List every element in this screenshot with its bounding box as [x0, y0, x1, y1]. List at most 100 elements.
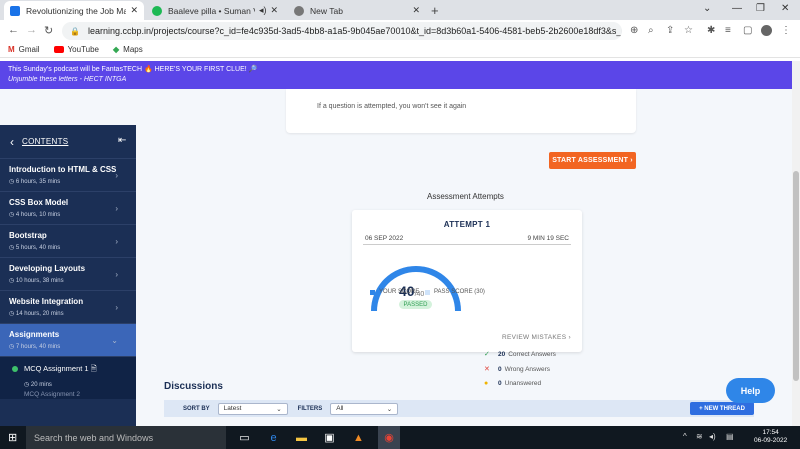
- sidebar-item-label: Introduction to HTML & CSS: [9, 165, 117, 174]
- start-assessment-button[interactable]: START ASSESSMENT ›: [549, 152, 636, 169]
- browser-tab-bar: Revolutionizing the Job Market | ✕ Baale…: [0, 0, 800, 20]
- chevron-down-icon: ⌄: [386, 405, 393, 413]
- chevron-right-icon: ›: [115, 303, 118, 312]
- completed-dot-icon: [12, 366, 18, 373]
- close-icon[interactable]: ✕: [412, 5, 420, 16]
- sidebar-item-box-model[interactable]: CSS Box Model ◷ 4 hours, 10 mins ›: [0, 192, 136, 225]
- extensions-icon[interactable]: ✱: [707, 25, 715, 36]
- chevron-right-icon: ›: [115, 171, 118, 180]
- tab-new-tab[interactable]: New Tab ✕: [288, 1, 426, 20]
- lock-icon: 🔒: [70, 26, 80, 36]
- divider: [363, 244, 571, 245]
- zoom-icon[interactable]: ⌕: [648, 25, 654, 36]
- podcast-banner[interactable]: This Sunday's podcast will be FantasTECH…: [0, 61, 792, 89]
- tab-spotify[interactable]: Baaleve pilla • Suman Vankar ◂) ✕: [146, 1, 284, 20]
- bookmark-youtube[interactable]: YouTube: [53, 45, 99, 54]
- subitem-label: MCQ Assignment 1 🗎: [12, 363, 124, 376]
- tab-job-market[interactable]: Revolutionizing the Job Market | ✕: [4, 1, 144, 20]
- scroll-thumb[interactable]: [793, 171, 799, 381]
- discussion-filter-bar: SORT BY Latest ⌄ FILTERS All ⌄ + NEW THREA…: [164, 400, 754, 417]
- sidebar-item-integration[interactable]: Website Integration ◷ 14 hours, 20 mins …: [0, 291, 136, 324]
- attempts-title: Assessment Attempts: [427, 192, 504, 201]
- maximize-icon[interactable]: ❐: [756, 3, 765, 14]
- collapse-sidebar-icon[interactable]: ⇤: [118, 135, 126, 146]
- sidepanel-icon[interactable]: ▢: [743, 25, 752, 36]
- subitem-duration: ◷ 20 mins: [24, 382, 52, 388]
- sidebar-title[interactable]: CONTENTS: [22, 137, 68, 146]
- gmail-icon: M: [8, 45, 15, 54]
- stat-wrong: ✕ 0 Wrong Answers: [484, 365, 551, 374]
- chevron-right-icon: ›: [115, 204, 118, 213]
- youtube-icon: [53, 46, 64, 53]
- clock-time: 17:54: [762, 429, 779, 436]
- url-text: learning.ccbp.in/projects/course?c_id=fe…: [87, 26, 622, 36]
- page-scrollbar[interactable]: [792, 61, 800, 426]
- windows-start-icon[interactable]: ⊞: [8, 431, 17, 444]
- share-icon[interactable]: ⇪: [666, 25, 674, 36]
- sidebar-item-duration: ◷ 14 hours, 20 mins: [9, 311, 64, 317]
- review-mistakes-link[interactable]: REVIEW MISTAKES ›: [502, 334, 571, 341]
- vlc-icon[interactable]: ▲: [351, 430, 366, 445]
- volume-icon[interactable]: ◂): [709, 432, 716, 441]
- close-icon[interactable]: ✕: [130, 5, 138, 16]
- filter-label: FILTERS: [297, 405, 323, 412]
- legend-pass-score: PASS SCORE (30): [425, 289, 485, 295]
- wifi-icon[interactable]: ≋: [696, 432, 703, 441]
- sidebar-item-label: Bootstrap: [9, 231, 47, 240]
- media-icon[interactable]: ≡: [725, 25, 731, 36]
- sidebar-item-bootstrap[interactable]: Bootstrap ◷ 5 hours, 40 mins ›: [0, 225, 136, 258]
- chrome-icon[interactable]: ◉: [378, 426, 400, 449]
- sort-select[interactable]: Latest ⌄: [217, 402, 288, 415]
- menu-icon[interactable]: ⋮: [781, 25, 791, 36]
- chevron-left-icon[interactable]: ‹: [10, 135, 14, 149]
- sidebar-item-label: CSS Box Model: [9, 198, 69, 207]
- taskbar-search[interactable]: Search the web and Windows: [26, 426, 226, 449]
- dot-icon: ●: [484, 380, 489, 387]
- window-close-icon[interactable]: ✕: [781, 3, 789, 14]
- sidebar-item-assignments[interactable]: Assignments ◷ 7 hours, 40 mins ⌄: [0, 324, 136, 357]
- profile-avatar[interactable]: [761, 25, 772, 36]
- address-bar[interactable]: 🔒 learning.ccbp.in/projects/course?c_id=…: [62, 22, 622, 40]
- sidebar-header: ‹ CONTENTS ⇤: [0, 125, 136, 159]
- filter-select[interactable]: All ⌄: [330, 402, 399, 415]
- notification-icon[interactable]: ▤: [726, 432, 734, 441]
- windows-taskbar: ⊞ Search the web and Windows ▭ e ▬ ▣ ▲ ◉…: [0, 426, 800, 449]
- sidebar-item-html-css[interactable]: Introduction to HTML & CSS ◷ 6 hours, 35…: [0, 159, 136, 192]
- new-thread-button[interactable]: + NEW THREAD: [690, 402, 754, 415]
- plus-icon: +: [699, 405, 703, 412]
- tray-chevron-icon[interactable]: ^: [683, 432, 687, 441]
- bookmark-star-icon[interactable]: ☆: [684, 25, 693, 36]
- install-icon[interactable]: ⊕: [630, 25, 638, 36]
- chevron-right-icon: ›: [115, 270, 118, 279]
- chevron-down-icon: ⌄: [276, 405, 282, 413]
- discussions-title: Discussions: [164, 381, 223, 392]
- bookmarks-bar: M Gmail YouTube ◆ Maps: [0, 42, 800, 58]
- legend-swatch: [370, 289, 375, 295]
- close-icon[interactable]: ✕: [270, 5, 278, 16]
- sidebar-subitem-mcq-2[interactable]: MCQ Assignment 2: [0, 389, 136, 399]
- chrome-favicon-icon: [294, 5, 304, 16]
- help-button[interactable]: Help: [726, 378, 775, 403]
- tab-title: Revolutionizing the Job Market |: [26, 5, 127, 16]
- sidebar-item-layouts[interactable]: Developing Layouts ◷ 10 hours, 38 mins ›: [0, 258, 136, 291]
- minimize-icon[interactable]: —: [732, 3, 742, 14]
- reload-icon[interactable]: ↻: [44, 24, 53, 37]
- tab-title: New Tab: [310, 5, 343, 16]
- spotify-favicon-icon: [152, 5, 162, 16]
- task-view-icon[interactable]: ▭: [237, 430, 252, 445]
- new-tab-button[interactable]: +: [431, 3, 439, 18]
- back-icon[interactable]: ←: [8, 24, 19, 36]
- doc-icon: 🗎: [90, 364, 97, 373]
- bookmark-label: Maps: [123, 45, 143, 54]
- bookmark-gmail[interactable]: M Gmail: [8, 45, 40, 54]
- edge-icon[interactable]: e: [266, 430, 281, 445]
- file-explorer-icon[interactable]: ▬: [294, 430, 309, 445]
- bookmark-maps[interactable]: ◆ Maps: [113, 45, 143, 54]
- taskbar-clock[interactable]: 17:54 06-09-2022: [754, 429, 787, 445]
- sidebar-subitem-mcq-1[interactable]: MCQ Assignment 1 🗎 ◷ 20 mins: [0, 357, 136, 389]
- store-icon[interactable]: ▣: [322, 430, 337, 445]
- forward-icon[interactable]: →: [26, 24, 37, 36]
- tab-search-icon[interactable]: ⌄: [703, 3, 711, 14]
- chevron-right-icon: ›: [568, 334, 571, 341]
- chevron-right-icon: ›: [630, 157, 633, 164]
